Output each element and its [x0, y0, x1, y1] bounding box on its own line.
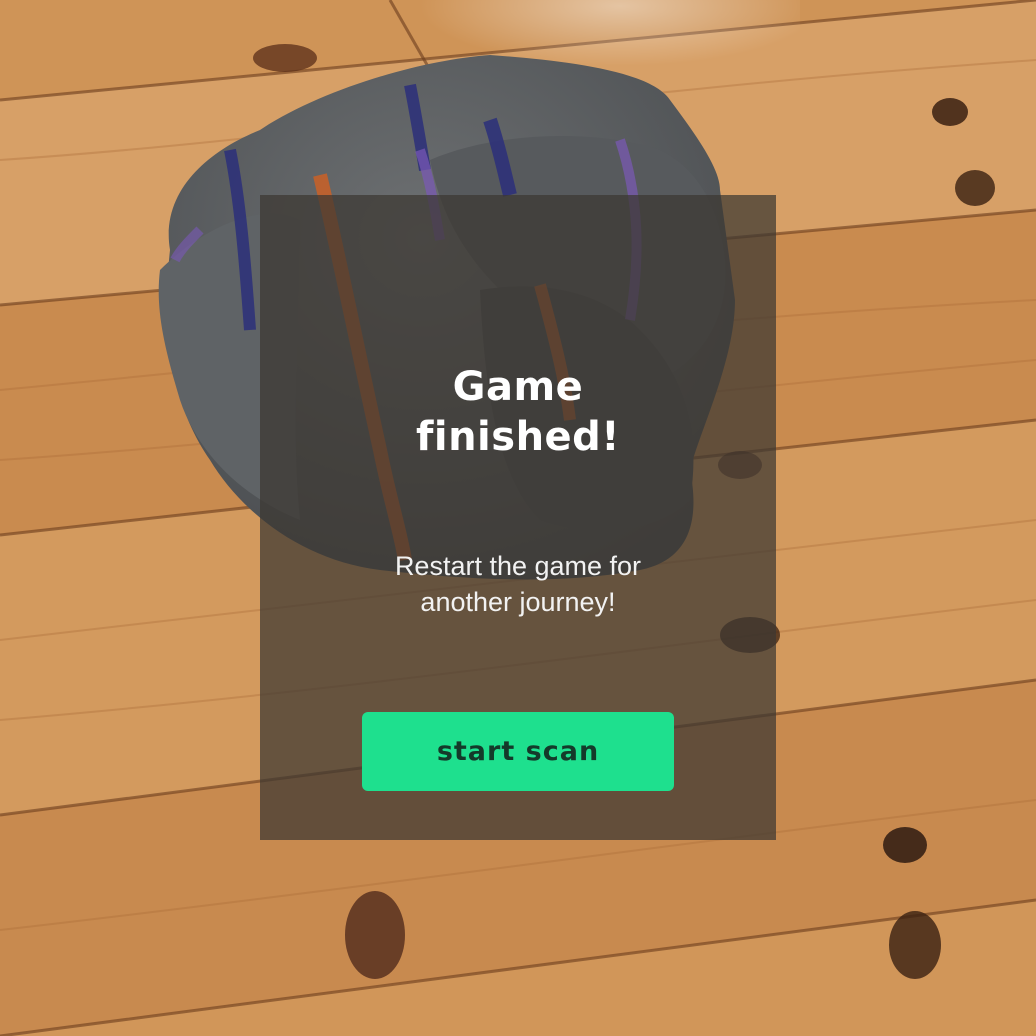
start-scan-button-label: start scan [436, 736, 600, 767]
start-scan-button[interactable]: start scan [362, 712, 674, 791]
message-line-1: Restart the game for [394, 551, 642, 581]
restart-message: Restart the game for another journey! [0, 548, 1036, 620]
title-line-2: finished! [415, 414, 621, 460]
game-over-title: Game finished! [0, 362, 1036, 462]
title-line-1: Game [452, 364, 584, 410]
message-line-2: another journey! [420, 587, 616, 617]
